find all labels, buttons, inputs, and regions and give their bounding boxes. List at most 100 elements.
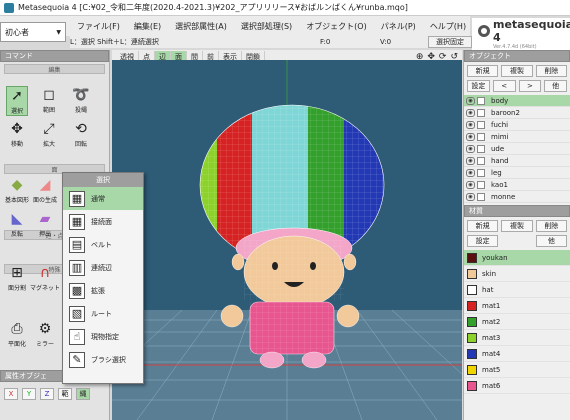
brush-icon: ✎ (69, 351, 85, 368)
lock-toggle[interactable] (477, 192, 485, 201)
lock-toggle[interactable] (477, 180, 485, 189)
object-prev-button[interactable]: < (492, 80, 516, 92)
menu-process[interactable]: 選択部処理(S) (234, 21, 299, 32)
lock-toggle[interactable] (477, 144, 485, 153)
material-row[interactable]: mat3 (464, 330, 570, 346)
range-toggle[interactable]: 範 (58, 388, 72, 400)
eye-icon[interactable]: ◉ (466, 96, 475, 105)
eye-icon[interactable]: ◉ (466, 144, 475, 153)
tool-knife[interactable]: ⊞ 面分割 (6, 264, 28, 294)
tool-magnet[interactable]: ∩ マグネット (30, 264, 60, 294)
tool-symmetry[interactable]: ⚙ ミラー (34, 320, 56, 350)
tool-move[interactable]: ✥ 移動 (6, 120, 28, 150)
object-row[interactable]: ◉ ude (464, 143, 570, 155)
eye-icon[interactable]: ◉ (466, 192, 475, 201)
eye-icon[interactable]: ◉ (466, 180, 475, 189)
axis-z-toggle[interactable]: Z (40, 388, 54, 400)
popup-item-connected[interactable]: ▦ 接続面 (63, 210, 143, 233)
tool-face-generate[interactable]: ◢ 面の生成 (33, 176, 57, 206)
app-icon (4, 2, 14, 13)
object-row[interactable]: ◉ body (464, 95, 570, 107)
lock-toggle[interactable] (477, 108, 485, 117)
material-duplicate-button[interactable]: 複製 (501, 220, 533, 232)
eye-icon[interactable]: ◉ (466, 132, 475, 141)
object-row[interactable]: ◉ hand (464, 155, 570, 167)
axis-y-toggle[interactable]: Y (22, 388, 36, 400)
viewport-scene (112, 60, 462, 420)
object-settings-button[interactable]: 設定 (467, 80, 490, 92)
lasso-icon: ➰ (72, 87, 90, 103)
object-row[interactable]: ◉ fuchi (464, 119, 570, 131)
menu-help[interactable]: ヘルプ(H) (423, 21, 473, 32)
material-swatch (467, 364, 477, 375)
material-row[interactable]: mat4 (464, 346, 570, 362)
menu-attribute[interactable]: 選択部属性(A) (168, 21, 234, 32)
tool-lasso[interactable]: ➰ 投縄 (70, 86, 92, 116)
material-more-button[interactable]: 他 (535, 235, 567, 247)
vertex-count: V:0 (380, 38, 392, 46)
rotate-icon: ⟲ (75, 121, 87, 137)
object-next-button[interactable]: > (518, 80, 542, 92)
popup-item-brush[interactable]: ✎ ブラシ選択 (63, 348, 143, 371)
eye-icon[interactable]: ◉ (466, 168, 475, 177)
tool-range[interactable]: ◻ 範囲 (38, 86, 60, 116)
lock-toggle[interactable] (477, 96, 485, 105)
material-row[interactable]: mat6 (464, 378, 570, 394)
lock-toggle[interactable] (477, 168, 485, 177)
popup-item-expand[interactable]: ▩ 拡張 (63, 279, 143, 302)
material-settings-button[interactable]: 設定 (467, 235, 499, 247)
menu-object[interactable]: オブジェクト(O) (299, 21, 374, 32)
object-duplicate-button[interactable]: 複製 (501, 65, 533, 77)
menu-edit[interactable]: 編集(E) (127, 21, 168, 32)
popup-item-belt[interactable]: ▤ ベルト (63, 233, 143, 256)
lock-toggle[interactable] (477, 156, 485, 165)
menu-panel[interactable]: パネル(P) (374, 21, 423, 32)
tool-rotate[interactable]: ⟲ 回転 (70, 120, 92, 150)
material-row[interactable]: skin (464, 266, 570, 282)
object-row[interactable]: ◉ monne (464, 191, 570, 203)
popup-item-route[interactable]: ▧ ルート (63, 302, 143, 325)
eye-icon[interactable]: ◉ (466, 156, 475, 165)
tool-basic-shape[interactable]: ◆ 基本図形 (5, 176, 29, 206)
selection-lock-button[interactable]: 選択固定 (428, 36, 472, 48)
flip-icon: ◣ (11, 211, 23, 227)
menu-bar: ファイル(F) 編集(E) 選択部属性(A) 選択部処理(S) オブジェクト(O… (0, 16, 470, 36)
logo-mark-icon (478, 25, 490, 37)
material-row[interactable]: hat (464, 282, 570, 298)
axis-x-toggle[interactable]: X (4, 388, 18, 400)
object-more-button[interactable]: 他 (544, 80, 567, 92)
material-row[interactable]: mat1 (464, 298, 570, 314)
object-row[interactable]: ◉ baroon2 (464, 107, 570, 119)
popup-item-specify[interactable]: ☝ 現物指定 (63, 325, 143, 348)
object-row[interactable]: ◉ leg (464, 167, 570, 179)
right-panel: オブジェクト 新規 複製 削除 設定 < > 他 ◉ body ◉ baroon2 … (463, 50, 570, 420)
object-row[interactable]: ◉ mimi (464, 131, 570, 143)
material-row[interactable]: youkan (464, 250, 570, 266)
mode-select[interactable]: 初心者 ▼ (0, 22, 66, 42)
material-swatch (467, 284, 477, 295)
tool-scale[interactable]: ⤢ 拡大 (38, 120, 60, 150)
object-delete-button[interactable]: 削除 (535, 65, 567, 77)
menu-file[interactable]: ファイル(F) (70, 21, 127, 32)
tool-flip[interactable]: ◣ 反転 (6, 210, 28, 240)
lock-toggle[interactable] (477, 132, 485, 141)
material-new-button[interactable]: 新規 (467, 220, 499, 232)
tool-flatten[interactable]: ⎙ 平面化 (6, 320, 28, 350)
lasso-toggle[interactable]: 縄 (76, 388, 90, 400)
material-row[interactable]: mat2 (464, 314, 570, 330)
material-name: mat3 (482, 333, 501, 342)
material-delete-button[interactable]: 削除 (535, 220, 567, 232)
loop-edge-icon: ▥ (69, 259, 85, 276)
object-new-button[interactable]: 新規 (467, 65, 499, 77)
tool-extrude[interactable]: ▰ 押出 (34, 210, 56, 240)
eye-icon[interactable]: ◉ (466, 108, 475, 117)
lock-toggle[interactable] (477, 120, 485, 129)
eye-icon[interactable]: ◉ (466, 120, 475, 129)
popup-item-normal[interactable]: ▦ 通常 (63, 187, 143, 210)
popup-item-loop-edge[interactable]: ▥ 連続辺 (63, 256, 143, 279)
material-swatch (467, 348, 477, 359)
material-row[interactable]: mat5 (464, 362, 570, 378)
object-row[interactable]: ◉ kao1 (464, 179, 570, 191)
3d-viewport[interactable] (112, 60, 462, 420)
tool-select[interactable]: ➚ 選択 (6, 86, 28, 116)
